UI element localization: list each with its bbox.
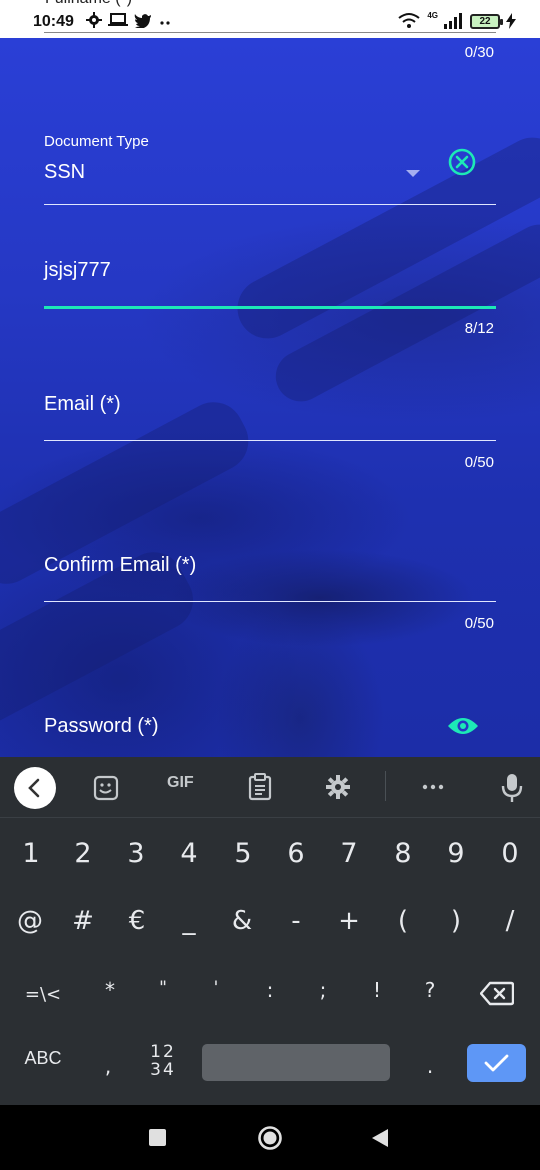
clear-icon[interactable] — [448, 148, 476, 176]
laptop-icon — [108, 13, 128, 26]
battery-indicator: 22 — [470, 13, 503, 29]
number-key[interactable]: 1 — [11, 838, 51, 869]
microphone-icon[interactable] — [501, 773, 523, 803]
keyboard-toolbar: GIF — [0, 757, 540, 818]
number-key[interactable]: 5 — [223, 838, 263, 869]
symbol-key[interactable]: : — [246, 978, 294, 1002]
network-type-label: 4G — [427, 10, 438, 20]
document-number-input[interactable]: jsjsj777 — [44, 259, 111, 282]
number-key[interactable]: 9 — [436, 838, 476, 869]
toolbar-divider — [385, 771, 386, 801]
back-icon[interactable] — [371, 1129, 389, 1147]
settings-icon — [86, 12, 102, 28]
document-number-underline — [44, 306, 496, 309]
symbol-key[interactable]: ) — [436, 906, 476, 936]
fullname-underline — [44, 32, 496, 33]
more-options-icon[interactable] — [421, 783, 445, 791]
number-key[interactable]: 3 — [116, 838, 156, 869]
comma-key[interactable]: , — [96, 1054, 120, 1078]
space-bar[interactable] — [202, 1044, 390, 1081]
gear-icon[interactable] — [326, 775, 350, 799]
backspace-icon[interactable] — [480, 981, 514, 1006]
numpad-key-top[interactable]: 12 — [146, 1042, 180, 1062]
symbol-key[interactable]: * — [86, 978, 134, 1002]
status-bar: Fullname (*) 10:49 4G 22 — [0, 0, 540, 38]
symbol-key[interactable]: & — [222, 906, 262, 936]
twitter-icon — [134, 13, 151, 28]
symbol-key[interactable]: € — [117, 906, 157, 936]
symbol-key[interactable]: ; — [299, 978, 347, 1002]
numpad-key-bottom[interactable]: 34 — [146, 1060, 180, 1080]
enter-button[interactable] — [467, 1044, 526, 1082]
more-dots-icon — [160, 21, 170, 25]
document-type-value[interactable]: SSN — [44, 161, 85, 184]
charging-icon — [506, 13, 516, 29]
number-key[interactable]: 7 — [329, 838, 369, 869]
symbol-key[interactable]: _ — [169, 906, 209, 936]
checkmark-icon — [484, 1054, 509, 1072]
sticker-icon[interactable] — [93, 775, 119, 801]
confirm-email-counter: 0/50 — [464, 615, 494, 632]
number-key[interactable]: 0 — [490, 838, 530, 869]
fullname-counter: 0/30 — [464, 44, 494, 61]
chevron-left-icon — [28, 778, 40, 798]
chevron-down-icon[interactable] — [406, 170, 420, 177]
period-key[interactable]: . — [418, 1054, 442, 1078]
status-time: 10:49 — [33, 13, 74, 30]
navigation-bar — [0, 1105, 540, 1170]
home-icon[interactable] — [257, 1125, 283, 1151]
keyboard-back-button[interactable] — [14, 767, 56, 809]
email-counter: 0/50 — [464, 454, 494, 471]
symbol-key[interactable]: ! — [353, 978, 401, 1002]
number-key[interactable]: 6 — [276, 838, 316, 869]
symbol-key[interactable]: ? — [406, 978, 454, 1002]
signal-icon — [444, 13, 462, 29]
partial-field-label: Fullname (*) — [45, 0, 132, 8]
symbol-key[interactable]: + — [329, 906, 369, 936]
status-system-icons: 4G 22 — [397, 10, 516, 30]
clipboard-icon[interactable] — [248, 773, 272, 801]
symbol-key[interactable]: " — [139, 978, 187, 998]
symbol-key[interactable]: =\< — [19, 984, 67, 1005]
recents-icon[interactable] — [149, 1129, 166, 1146]
status-notification-icons — [86, 12, 172, 28]
symbol-key[interactable]: # — [63, 906, 103, 936]
eye-icon[interactable] — [447, 715, 479, 737]
registration-form: 0/30 Document Type SSN jsjsj777 8/12 Ema… — [0, 38, 540, 757]
number-key[interactable]: 4 — [169, 838, 209, 869]
number-key[interactable]: 8 — [383, 838, 423, 869]
symbol-key[interactable]: ' — [192, 978, 240, 998]
symbol-key[interactable]: @ — [10, 906, 50, 936]
symbol-key[interactable]: - — [276, 906, 316, 936]
symbol-key[interactable]: / — [490, 906, 530, 936]
number-key[interactable]: 2 — [63, 838, 103, 869]
gif-button[interactable]: GIF — [167, 774, 194, 792]
password-field[interactable]: Password (*) — [44, 715, 158, 738]
confirm-email-field[interactable]: Confirm Email (*) — [44, 554, 196, 577]
confirm-email-underline — [44, 601, 496, 602]
document-type-label: Document Type — [44, 133, 149, 150]
document-type-underline — [44, 204, 496, 205]
email-underline — [44, 440, 496, 441]
abc-key[interactable]: ABC — [12, 1048, 74, 1074]
wifi-icon — [398, 13, 420, 28]
symbol-key[interactable]: ( — [383, 906, 423, 936]
email-field[interactable]: Email (*) — [44, 393, 121, 416]
document-number-counter: 8/12 — [464, 320, 494, 337]
